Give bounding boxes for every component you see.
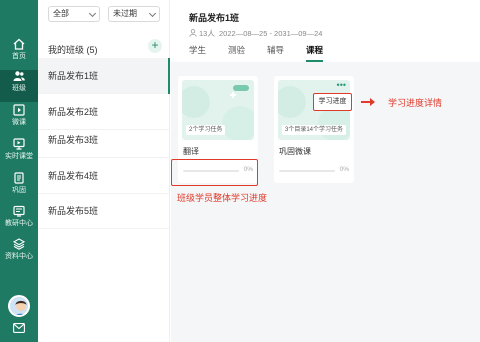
class-list-item[interactable]: 新品发布1班 bbox=[38, 58, 170, 94]
student-count: 13人 bbox=[199, 29, 215, 38]
nav-label: 实时课堂 bbox=[5, 152, 33, 160]
chevron-down-icon bbox=[148, 9, 157, 18]
research-icon bbox=[13, 205, 25, 217]
course-banner: 2个学习任务 bbox=[182, 80, 254, 140]
date-range: 2022—08—25 - 2031—09—24 bbox=[219, 29, 323, 38]
nav-label: 微课 bbox=[12, 118, 26, 126]
add-class-button[interactable]: + bbox=[148, 39, 162, 53]
status-filter-select[interactable]: 未过期 bbox=[108, 6, 160, 22]
nav-label: 教研中心 bbox=[5, 219, 33, 227]
home-icon bbox=[13, 38, 25, 50]
annotation-overall-progress: 班级学员整体学习进度 bbox=[177, 193, 268, 203]
nav-item-microcourse[interactable]: 微课 bbox=[0, 104, 38, 136]
layers-icon bbox=[13, 238, 25, 250]
status-filter-value: 未过期 bbox=[113, 9, 137, 18]
subject-filter-select[interactable]: 全部 bbox=[48, 6, 100, 22]
course-task-count: 2个学习任务 bbox=[186, 125, 226, 135]
class-list-item[interactable]: 新品发布5班 bbox=[38, 193, 169, 229]
nav-label: 首页 bbox=[12, 52, 26, 60]
avatar[interactable] bbox=[8, 295, 30, 317]
live-screen-icon bbox=[13, 138, 25, 150]
overall-progress-highlight bbox=[171, 159, 258, 186]
active-tab-indicator bbox=[306, 60, 323, 62]
course-name: 翻译 bbox=[183, 147, 199, 156]
avatar-icon bbox=[10, 297, 28, 315]
class-detail-header: 新品发布1班 13人 2022—08—25 - 2031—09—24 学生 测验… bbox=[171, 0, 480, 62]
course-task-count: 3个目录14个学习任务 bbox=[282, 125, 347, 135]
course-progress-bar bbox=[279, 170, 335, 172]
learning-progress-menu-item[interactable]: 学习进度 bbox=[313, 93, 352, 111]
document-icon bbox=[14, 172, 24, 184]
nav-item-consolidate[interactable]: 巩固 bbox=[0, 172, 38, 204]
course-pill bbox=[233, 85, 249, 91]
annotation-progress-detail: 学习进度详情 bbox=[388, 98, 443, 108]
nav-item-research-center[interactable]: 教研中心 bbox=[0, 205, 38, 237]
nav-label: 巩固 bbox=[12, 186, 26, 194]
class-list-item[interactable]: 新品发布4班 bbox=[38, 158, 169, 194]
course-progress-percent: 0% bbox=[339, 166, 349, 173]
class-list-panel: 全部 未过期 我的班级 (5) + 新品发布1班 新品发布2班 新品发布3班 新… bbox=[38, 0, 170, 342]
person-icon bbox=[189, 29, 197, 37]
my-classes-heading: 我的班级 (5) bbox=[48, 45, 98, 55]
tab-students[interactable]: 学生 bbox=[189, 44, 206, 56]
tab-courses[interactable]: 课程 bbox=[306, 44, 323, 56]
tab-tutoring[interactable]: 辅导 bbox=[267, 44, 284, 56]
left-nav: 首页 班级 微课 实时课堂 巩固 教研中心 资料中心 bbox=[0, 0, 38, 342]
chevron-down-icon bbox=[88, 9, 97, 18]
tab-quiz[interactable]: 测验 bbox=[228, 44, 245, 56]
class-meta: 13人 2022—08—25 - 2031—09—24 bbox=[189, 28, 322, 39]
nav-item-live-class[interactable]: 实时课堂 bbox=[0, 138, 38, 170]
nav-label: 资料中心 bbox=[5, 252, 33, 260]
class-title: 新品发布1班 bbox=[189, 13, 240, 23]
annotation-arrow-icon bbox=[370, 98, 375, 106]
play-square-icon bbox=[13, 104, 25, 116]
nav-item-home[interactable]: 首页 bbox=[0, 38, 38, 70]
nav-item-class[interactable]: 班级 bbox=[0, 70, 38, 102]
nav-item-resource-center[interactable]: 资料中心 bbox=[0, 238, 38, 270]
users-icon bbox=[13, 71, 25, 81]
mail-icon[interactable] bbox=[13, 323, 25, 333]
subject-filter-value: 全部 bbox=[53, 9, 69, 18]
course-name: 巩固微课 bbox=[279, 147, 311, 156]
class-list-item[interactable]: 新品发布3班 bbox=[38, 122, 169, 158]
more-options-icon[interactable]: ••• bbox=[337, 81, 346, 90]
nav-label: 班级 bbox=[12, 84, 26, 92]
